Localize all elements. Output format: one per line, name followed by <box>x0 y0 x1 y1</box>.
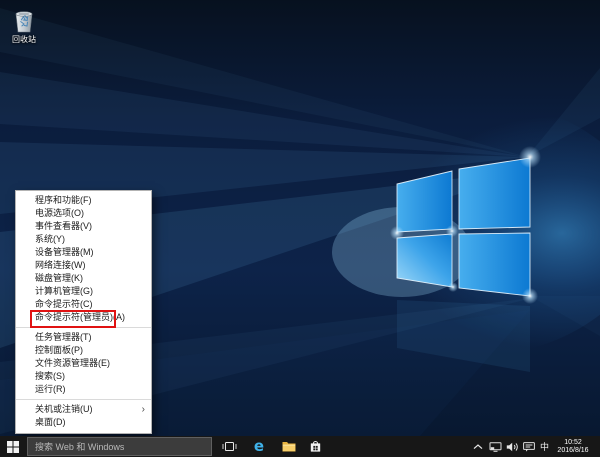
store-icon <box>310 441 320 452</box>
menu-item[interactable]: 桌面(D) <box>16 416 151 429</box>
menu-item[interactable]: 程序和功能(F) <box>16 194 151 207</box>
clock-time: 10:52 <box>564 438 582 446</box>
menu-item-label: 桌面(D) <box>35 417 66 427</box>
menu-item[interactable]: 任务管理器(T) <box>16 331 151 344</box>
volume-icon <box>506 442 518 451</box>
menu-item[interactable]: 运行(R) <box>16 383 151 396</box>
clock[interactable]: 10:52 2016/8/16 <box>552 436 594 457</box>
menu-item[interactable]: 命令提示符(管理员)(A) <box>16 310 151 328</box>
task-view-icon <box>222 442 236 451</box>
edge-icon: e <box>253 437 265 455</box>
desktop[interactable]: 回收站 程序和功能(F) 电源选项(O) 事件查看器(V) 系统(Y) 设备管理器(M)… <box>0 0 600 436</box>
menu-item[interactable]: 文件资源管理器(E) <box>16 357 151 370</box>
tray-expand-button[interactable] <box>471 436 485 457</box>
menu-item-label: 网络连接(W) <box>35 260 86 270</box>
file-explorer-icon <box>282 442 296 452</box>
menu-item[interactable]: 磁盘管理(K) <box>16 272 151 285</box>
menu-item-label: 事件查看器(V) <box>35 221 92 231</box>
recycle-bin-icon <box>15 11 33 33</box>
ime-indicator-label: 中 <box>539 442 549 452</box>
menu-item-label: 文件资源管理器(E) <box>35 358 110 368</box>
menu-item-label: 命令提示符(C) <box>35 299 93 309</box>
menu-item[interactable]: 事件查看器(V) <box>16 220 151 233</box>
submenu-arrow-icon: › <box>141 404 145 415</box>
store-button[interactable] <box>305 436 325 457</box>
menu-item[interactable]: 控制面板(P) <box>16 344 151 357</box>
menu-item-label: 任务管理器(T) <box>35 332 92 342</box>
screen: 回收站 程序和功能(F) 电源选项(O) 事件查看器(V) 系统(Y) 设备管理器(M)… <box>0 0 600 457</box>
menu-item-label: 设备管理器(M) <box>35 247 94 257</box>
menu-item-label: 系统(Y) <box>35 234 65 244</box>
tray-message-button[interactable] <box>522 436 536 457</box>
menu-item-label: 命令提示符(管理员)(A) <box>35 312 125 322</box>
taskbar-search-input[interactable] <box>27 437 212 456</box>
menu-item-label: 电源选项(O) <box>35 208 84 218</box>
ime-indicator[interactable]: 中 <box>538 436 551 457</box>
menu-item-label: 程序和功能(F) <box>35 195 92 205</box>
desktop-icon-recycle-bin[interactable]: 回收站 <box>6 8 42 44</box>
menu-item[interactable]: 命令提示符(C) <box>16 298 151 311</box>
tray-volume-button[interactable] <box>505 436 520 457</box>
taskbar: e <box>0 436 600 457</box>
chevron-up-icon <box>473 443 483 449</box>
menu-item-label: 计算机管理(G) <box>35 286 93 296</box>
winx-menu: 程序和功能(F) 电源选项(O) 事件查看器(V) 系统(Y) 设备管理器(M) 网络连接… <box>15 190 152 434</box>
menu-item-label: 控制面板(P) <box>35 345 83 355</box>
menu-item[interactable]: 关机或注销(U) › <box>16 403 151 416</box>
desktop-icon-label: 回收站 <box>12 35 36 44</box>
start-button[interactable] <box>0 436 25 457</box>
message-bubble-icon <box>523 441 535 452</box>
menu-item[interactable]: 设备管理器(M) <box>16 246 151 259</box>
task-view-button[interactable] <box>219 436 239 457</box>
network-icon <box>489 441 502 452</box>
edge-browser-button[interactable]: e <box>249 436 269 457</box>
menu-item-label: 磁盘管理(K) <box>35 273 83 283</box>
windows-logo-icon <box>6 440 19 453</box>
menu-item[interactable]: 网络连接(W) <box>16 259 151 272</box>
menu-item[interactable]: 系统(Y) <box>16 233 151 246</box>
menu-item[interactable]: 搜索(S) <box>16 370 151 383</box>
clock-date: 2016/8/16 <box>557 446 589 454</box>
menu-item-label: 搜索(S) <box>35 371 65 381</box>
menu-item[interactable]: 计算机管理(G) <box>16 285 151 298</box>
menu-separator <box>16 327 151 328</box>
file-explorer-button[interactable] <box>279 436 299 457</box>
winx-menu-items: 程序和功能(F) 电源选项(O) 事件查看器(V) 系统(Y) 设备管理器(M) 网络连接… <box>16 194 151 429</box>
menu-item-label: 运行(R) <box>35 384 66 394</box>
menu-item[interactable]: 电源选项(O) <box>16 207 151 220</box>
tray-network-button[interactable] <box>488 436 503 457</box>
menu-item-label: 关机或注销(U) <box>35 404 93 414</box>
menu-separator <box>16 399 151 400</box>
